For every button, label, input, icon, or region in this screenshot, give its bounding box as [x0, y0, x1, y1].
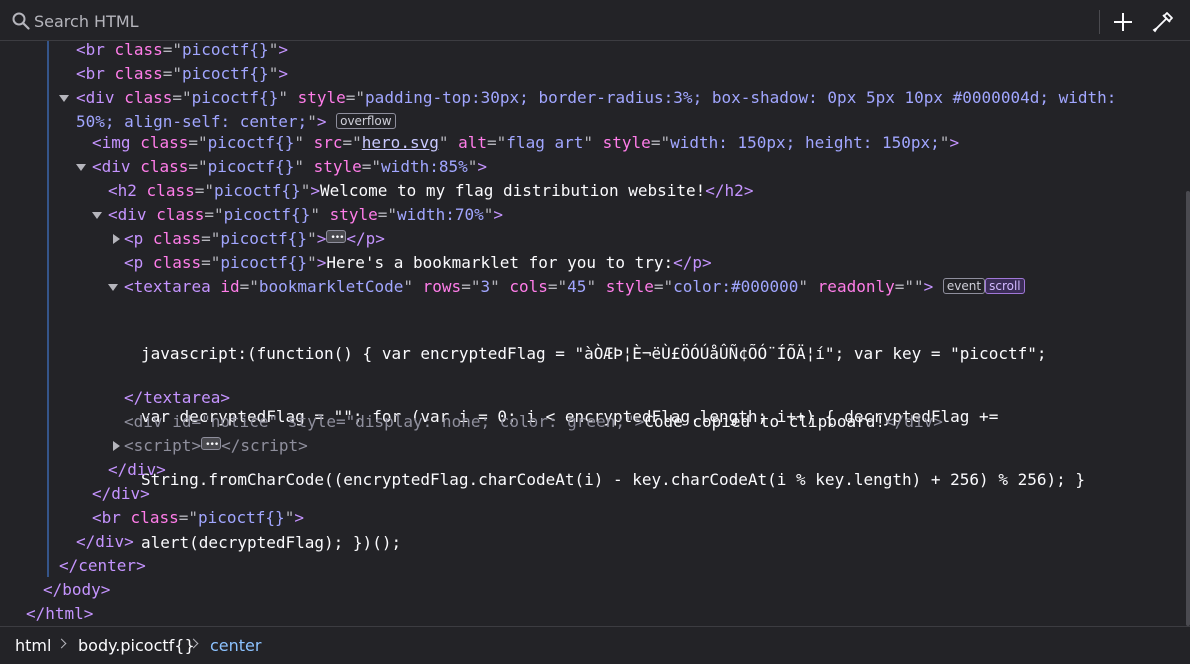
- node-h2[interactable]: <h2 class="picoctf{}">Welcome to my flag…: [108, 179, 753, 203]
- breadcrumb-html[interactable]: html: [15, 636, 51, 655]
- node-p-collapsed[interactable]: <p class="picoctf{}"></p>: [124, 226, 385, 251]
- search-html-input[interactable]: [34, 8, 934, 34]
- hero-svg-link[interactable]: hero.svg: [362, 133, 439, 152]
- event-badge[interactable]: event: [942, 278, 986, 294]
- expand-toggle-icon[interactable]: [76, 162, 86, 172]
- collapse-toggle-icon[interactable]: [111, 441, 121, 451]
- code-line: alert(decryptedFlag); })();: [141, 533, 402, 552]
- node-notice-div[interactable]: <div id="notice" style="display: none; c…: [124, 410, 943, 434]
- node-div-85[interactable]: <div class="picoctf{}" style="width:85%"…: [92, 155, 487, 179]
- node-div-85-close[interactable]: </div>: [92, 482, 150, 506]
- node-center-close[interactable]: </center>: [59, 554, 146, 578]
- collapsed-content-icon[interactable]: [201, 433, 222, 457]
- node-br[interactable]: <br class="picoctf{}">: [76, 62, 288, 86]
- node-div-70[interactable]: <div class="picoctf{}" style="width:70%"…: [108, 203, 503, 227]
- breadcrumb: html body.picoctf{} center: [0, 626, 1190, 664]
- selected-node-guide: [47, 41, 49, 577]
- node-p[interactable]: <p class="picoctf{}">Here's a bookmarkle…: [124, 251, 712, 275]
- node-html-close[interactable]: </html>: [26, 602, 93, 626]
- node-div-container-close[interactable]: </div>: [76, 530, 134, 554]
- collapse-toggle-icon[interactable]: [111, 234, 121, 244]
- node-body-close[interactable]: </body>: [43, 578, 110, 602]
- code-line: String.fromCharCode((encryptedFlag.charC…: [141, 470, 1086, 489]
- node-img[interactable]: <img class="picoctf{}" src="hero.svg" al…: [92, 131, 959, 155]
- node-textarea-close[interactable]: </textarea>: [124, 386, 230, 410]
- node-script[interactable]: <script></script>: [124, 433, 308, 458]
- node-br[interactable]: <br class="picoctf{}">: [92, 506, 304, 530]
- node-div-70-close[interactable]: </div>: [108, 458, 166, 482]
- eyedropper-icon[interactable]: [1150, 9, 1176, 35]
- search-icon: [12, 12, 30, 30]
- scroll-badge[interactable]: scroll: [985, 278, 1025, 294]
- plus-icon[interactable]: [1110, 9, 1136, 35]
- expand-toggle-icon[interactable]: [59, 93, 69, 103]
- markup-toolbar: [0, 0, 1190, 41]
- collapsed-content-icon[interactable]: [326, 226, 347, 250]
- toolbar-divider: [1099, 10, 1100, 34]
- node-br[interactable]: <br class="picoctf{}">: [76, 41, 288, 62]
- breadcrumb-body[interactable]: body.picoctf{}: [78, 636, 195, 655]
- code-line: javascript:(function() { var encryptedFl…: [141, 344, 1047, 363]
- markup-tree[interactable]: <br class="picoctf{}"> <br class="picoct…: [0, 41, 1190, 626]
- scrollbar[interactable]: [1186, 191, 1190, 626]
- node-div-container[interactable]: <div class="picoctf{}" style="padding-to…: [76, 86, 1116, 110]
- breadcrumb-center[interactable]: center: [210, 636, 261, 655]
- overflow-badge[interactable]: overflow: [336, 113, 396, 129]
- expand-toggle-icon[interactable]: [92, 210, 102, 220]
- expand-toggle-icon[interactable]: [108, 282, 118, 292]
- chevron-right-icon: [56, 638, 67, 649]
- node-textarea[interactable]: <textarea id="bookmarkletCode" rows="3" …: [124, 275, 1025, 299]
